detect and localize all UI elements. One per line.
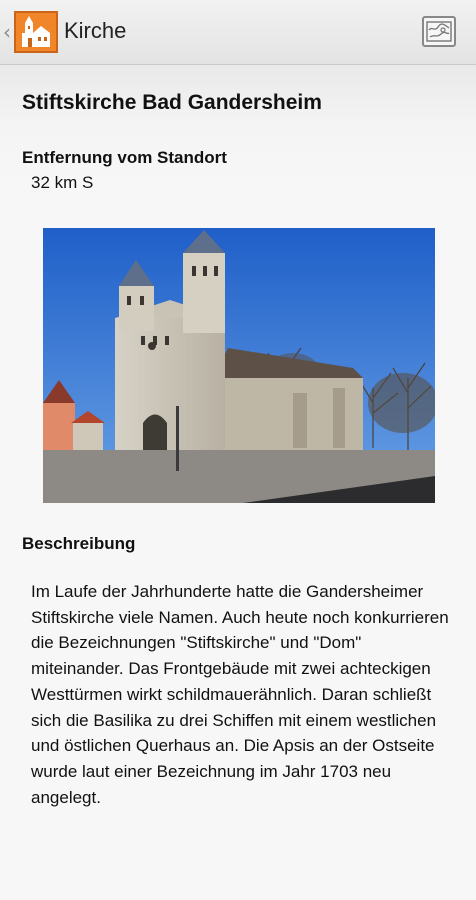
distance-value: 32 km S [31,173,94,192]
page-title: Stiftskirche Bad Gandersheim [22,91,322,114]
map-button[interactable] [422,16,456,47]
description-text: Im Laufe der Jahrhunderte hatte die Gand… [31,582,449,807]
map-icon [426,21,452,42]
church-photo [43,228,435,503]
description-label: Beschreibung [22,534,136,553]
church-icon[interactable] [14,11,58,53]
distance-label: Entfernung vom Standort [22,148,227,167]
back-chevron-icon[interactable]: ‹ [3,20,11,44]
app-bar: ‹ Kirche [0,0,476,65]
app-bar-title: Kirche [64,18,127,43]
detail-content: Stiftskirche Bad Gandersheim Entfernung … [0,65,476,900]
